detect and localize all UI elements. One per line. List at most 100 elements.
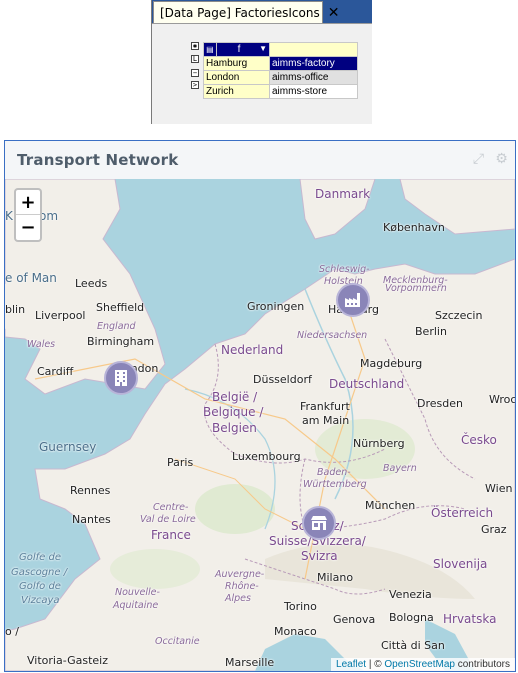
map-label-wroc: Wroc — [489, 393, 515, 406]
row-key: Hamburg — [203, 56, 270, 71]
filter-icon[interactable]: ▼ — [259, 44, 267, 53]
collapse-button[interactable]: − — [191, 69, 199, 77]
map-label-baden-1: Baden- — [317, 467, 351, 478]
map-label-edge-left: o / — [5, 625, 19, 638]
map-label-belgie-1: België / — [212, 390, 258, 404]
zoom-out-button[interactable]: − — [16, 215, 40, 240]
map-label-berlin: Berlin — [415, 325, 447, 338]
map-label-milano: Milano — [317, 571, 354, 584]
marker-zurich[interactable] — [302, 506, 336, 540]
map-label-frankfurt-1: Frankfurt — [300, 400, 350, 413]
map-label-dresden: Dresden — [417, 397, 463, 410]
map-label-graz: Graz — [481, 523, 507, 536]
map-label-bayern: Bayern — [383, 463, 417, 474]
leaflet-link[interactable]: Leaflet — [336, 659, 366, 670]
forest-area — [110, 549, 200, 589]
map-label-groningen: Groningen — [247, 300, 305, 313]
map-label-dusseldorf: Düsseldorf — [253, 373, 312, 386]
marker-hamburg[interactable] — [336, 283, 370, 317]
table-options-icon[interactable]: ▤ — [203, 42, 217, 57]
map-label-france: France — [151, 528, 191, 542]
map-label-magdeburg: Magdeburg — [360, 357, 423, 370]
map-label-cardiff: Cardiff — [37, 365, 74, 378]
map-label-golfe-2: Gascogne / — [11, 567, 68, 578]
map-label-luxembourg: Luxembourg — [232, 450, 301, 463]
store-icon — [311, 516, 327, 530]
table-row[interactable]: London aimms-office — [203, 70, 358, 85]
table-row[interactable]: Zurich aimms-store — [203, 84, 358, 99]
expand-icon[interactable]: ⤢ — [471, 152, 486, 167]
map-label-auvergne-3: Alpes — [225, 593, 251, 604]
map-label-munchen: München — [365, 499, 416, 512]
map-label-hrvatska: Hrvatska — [443, 612, 497, 626]
map-label-dublin: blin — [5, 303, 26, 316]
map-background — [5, 179, 515, 671]
map-label-torino: Torino — [284, 600, 317, 613]
map-label-occitanie: Occitanie — [155, 636, 200, 647]
zoom-control: + − — [14, 188, 42, 242]
row-value[interactable]: aimms-factory — [269, 56, 358, 71]
tab-title: [Data Page] FactoriesIcons — [160, 5, 320, 20]
map-label-osterreich: Österreich — [431, 506, 494, 520]
map-label-leeds: Leeds — [75, 277, 108, 290]
header-icons: ⤢ ⚙ — [471, 152, 509, 167]
zoom-in-button[interactable]: + — [16, 190, 40, 215]
tab-strip: [Data Page] FactoriesIcons ✕ — [152, 0, 372, 23]
map-label-niedersachsen: Niedersachsen — [297, 330, 368, 341]
map-canvas[interactable]: Kingdom e of Man Leeds blin Sheffield Li… — [5, 179, 515, 671]
map-label-nantes: Nantes — [72, 513, 111, 526]
map-label-wien: Wien — [485, 482, 513, 495]
tab-data-page-factories-icons[interactable]: [Data Page] FactoriesIcons ✕ — [153, 1, 339, 23]
map-label-venezia: Venezia — [389, 588, 432, 601]
map-label-slovenija: Slovenija — [433, 557, 488, 571]
data-grid-area: ✱ L − > ▤ f ▼ Hamburg aimms-factory Lond… — [185, 36, 385, 106]
transport-network-widget: Transport Network ⤢ ⚙ e of Man Leeds bli… — [4, 140, 516, 672]
map-label-monaco: Monaco — [274, 625, 317, 638]
widget-title: Transport Network — [17, 151, 179, 169]
office-icon — [115, 370, 127, 386]
map-label-baden-2: Württemberg — [303, 479, 367, 490]
gear-icon[interactable]: ⚙ — [494, 152, 509, 167]
map-label-golfe-3: Golfo de — [19, 581, 61, 592]
map-label-nederland: Nederland — [221, 343, 284, 357]
layout-button[interactable]: L — [191, 55, 199, 63]
map-label-genova: Genova — [333, 613, 376, 626]
map-label-citta: Città di San — [381, 639, 445, 652]
select-all-button[interactable]: ✱ — [191, 42, 199, 50]
map-label-nouvelle-1: Nouvelle- — [115, 587, 160, 598]
map-label-kobenhavn: København — [383, 221, 445, 234]
data-page-body: ✱ L − > ▤ f ▼ Hamburg aimms-factory Lond… — [152, 23, 372, 124]
map-label-paris: Paris — [167, 456, 194, 469]
row-key: London — [203, 70, 270, 85]
next-button[interactable]: > — [191, 81, 199, 89]
close-icon[interactable]: ✕ — [328, 6, 340, 20]
map-label-marseille: Marseille — [225, 656, 275, 669]
column-header-f[interactable]: f ▼ — [215, 42, 271, 57]
map-label-auvergne-1: Auvergne- — [215, 569, 265, 580]
map-label-nouvelle-2: Aquitaine — [113, 600, 159, 611]
map-label-centre-2: Val de Loire — [140, 514, 196, 525]
map-label-schleswig: Schleswig- — [319, 264, 370, 275]
map-label-frankfurt-2: am Main — [302, 414, 350, 427]
map-label-auvergne-2: Rhône- — [225, 581, 259, 592]
row-key: Zurich — [203, 84, 270, 99]
column-header-label: f — [237, 44, 241, 55]
map-label-centre-1: Centre- — [153, 502, 189, 513]
row-value[interactable]: aimms-store — [269, 84, 358, 99]
map-label-sheffield: Sheffield — [96, 301, 145, 314]
map-label-deutschland: Deutschland — [329, 377, 405, 391]
map-label-rennes: Rennes — [70, 484, 111, 497]
openstreetmap-link[interactable]: OpenStreetMap — [384, 659, 455, 670]
table-row[interactable]: Hamburg aimms-factory — [203, 56, 358, 71]
map-label-belgie-2: Belgique / — [203, 405, 264, 419]
map-label-wales: Wales — [27, 339, 56, 350]
row-value[interactable]: aimms-office — [269, 70, 358, 85]
marker-london[interactable] — [104, 361, 138, 395]
factory-icon — [345, 293, 360, 307]
column-header-value — [269, 42, 358, 57]
map-label-england: England — [97, 321, 136, 332]
map-attribution: Leaflet | © OpenStreetMap contributors — [331, 658, 515, 671]
forest-area — [195, 484, 275, 534]
map-label-bologna: Bologna — [389, 611, 434, 624]
map-label-danmark: Danmark — [315, 187, 371, 201]
